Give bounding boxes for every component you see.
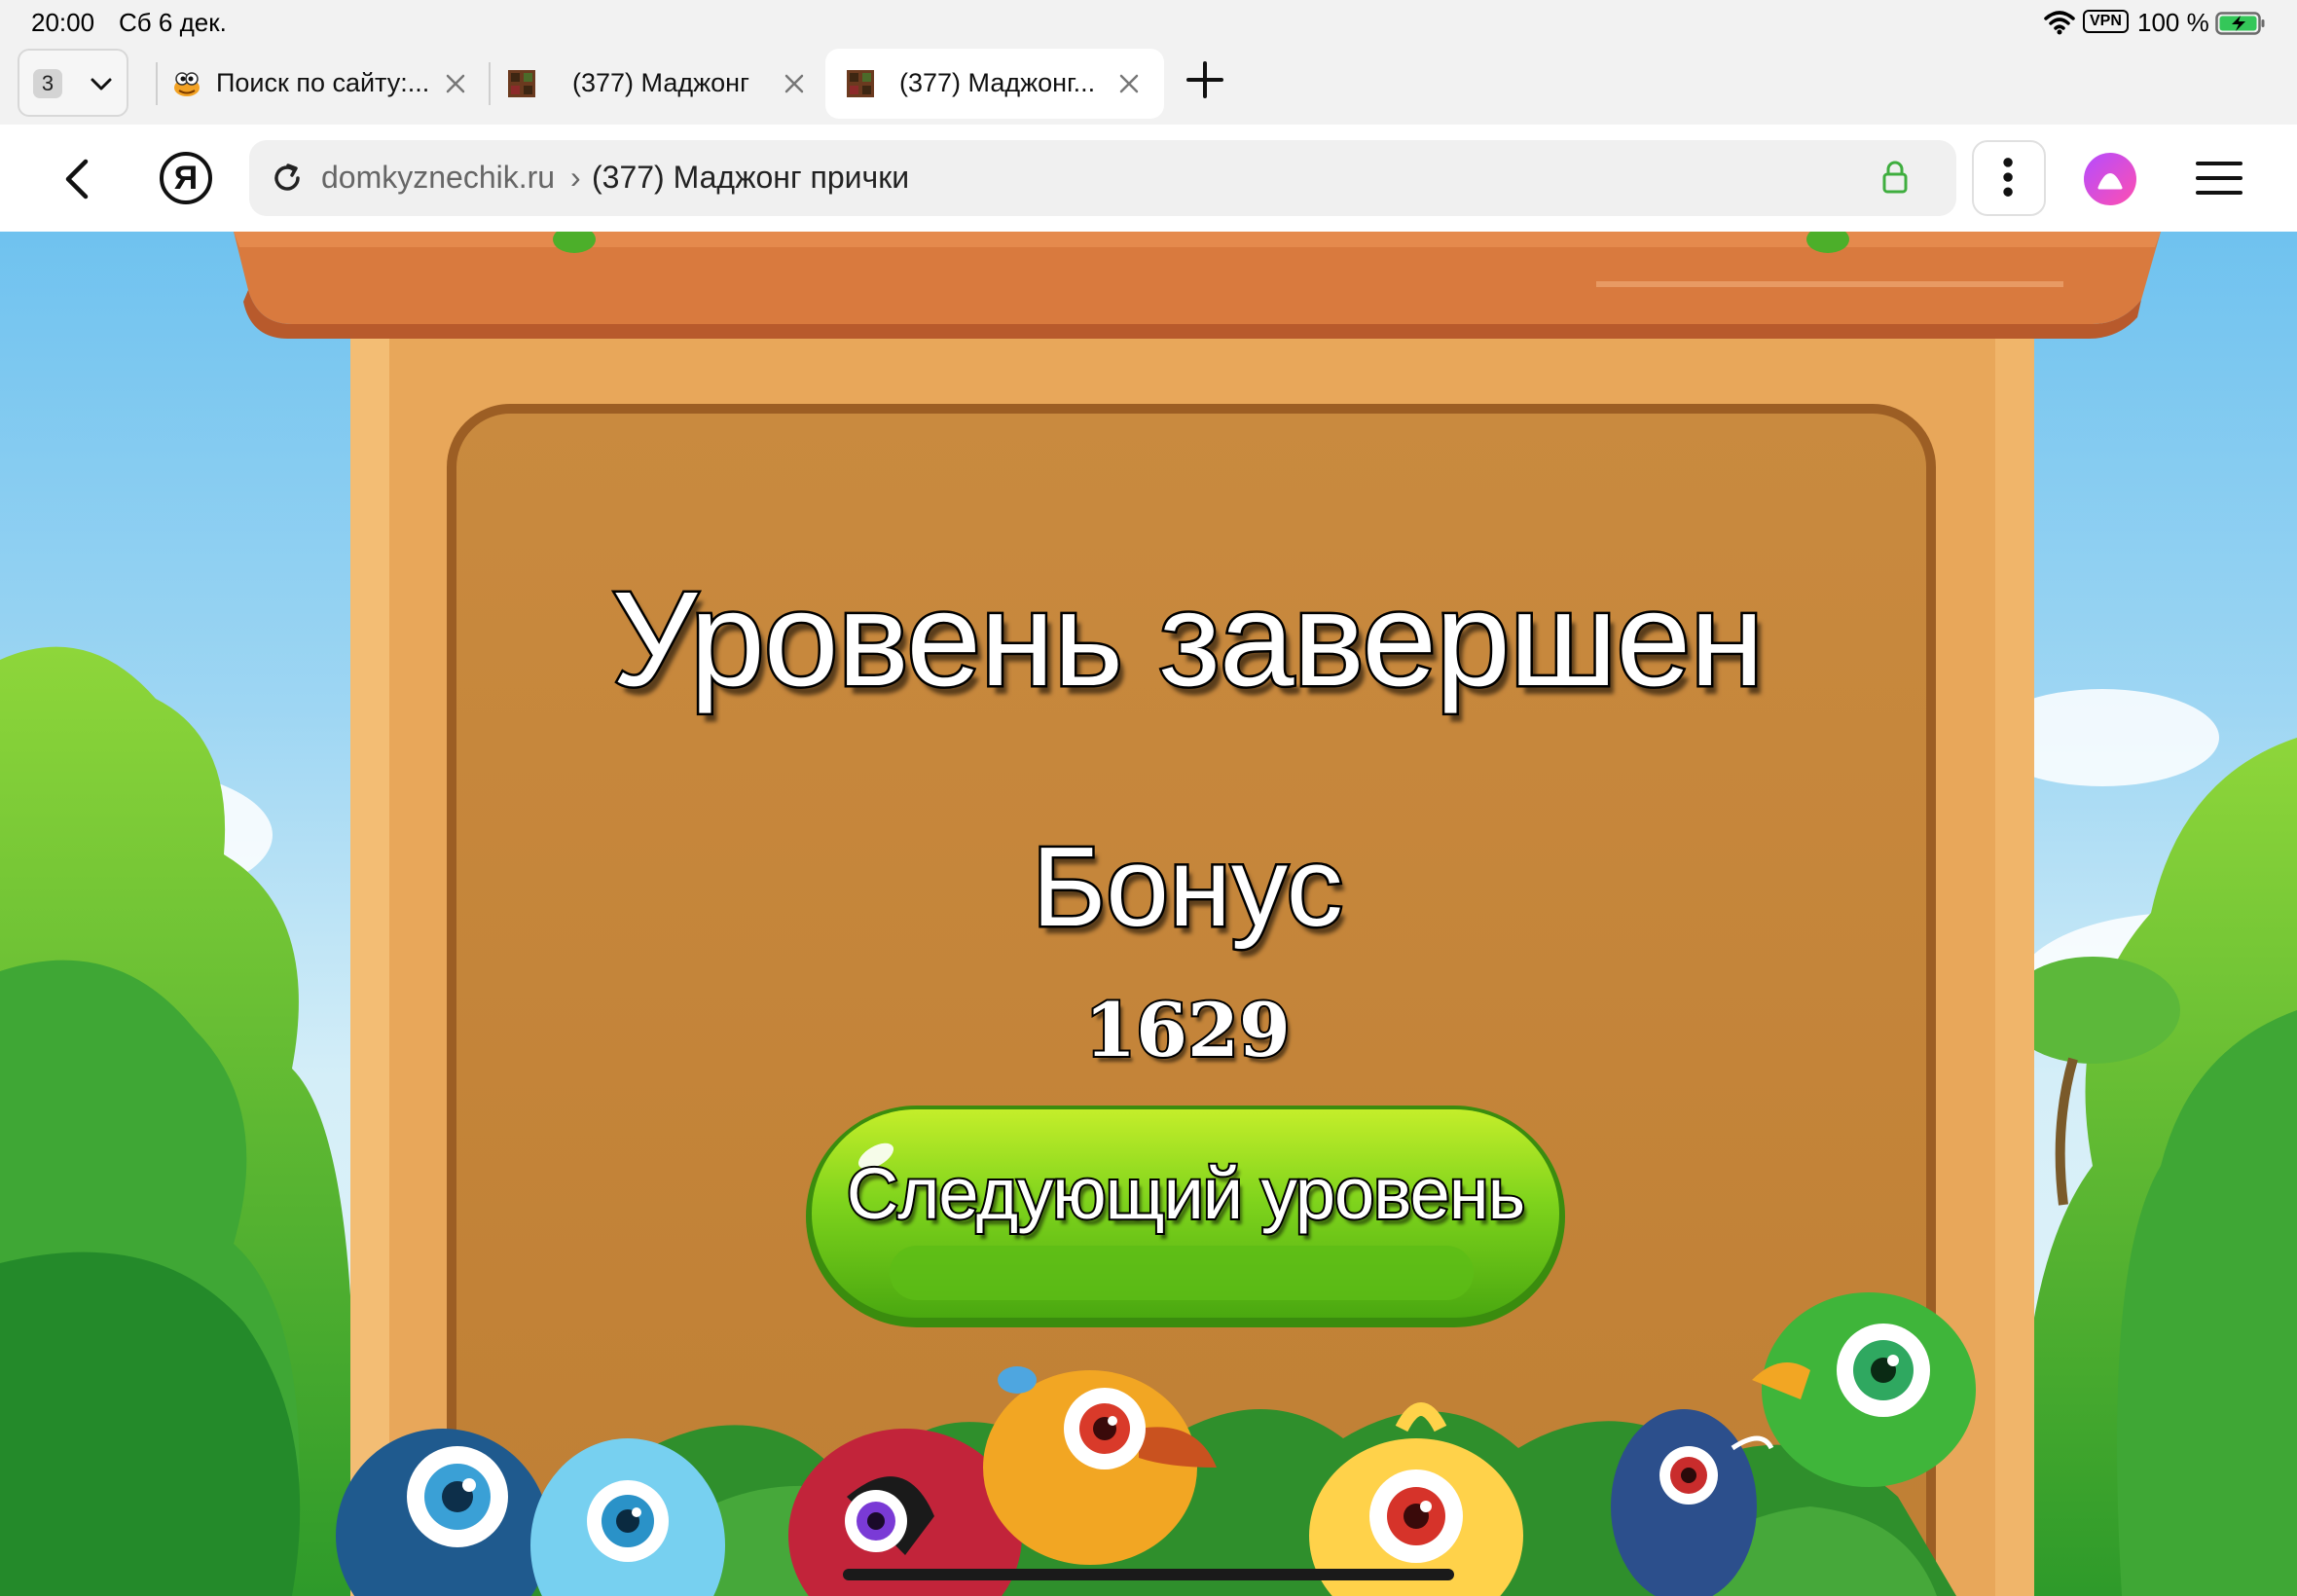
mahjong-tile-icon (847, 70, 874, 97)
next-level-label: Следующий уровень (845, 1151, 1527, 1236)
address-field[interactable]: domkyznechik.ru › (377) Маджонг прички (249, 140, 1956, 216)
new-tab-plus-icon[interactable] (1185, 60, 1224, 99)
status-date: Сб 6 дек. (119, 8, 227, 37)
grasshopper-icon (174, 72, 200, 96)
reload-icon[interactable] (271, 162, 304, 195)
tab-strip: 3 Поиск по сайту:... (377) Маджонг (377)… (0, 45, 2297, 125)
status-time: 20:00 (31, 8, 95, 37)
more-options-button[interactable] (1972, 140, 2046, 216)
tab-mahjong-active[interactable]: (377) Маджонг... (825, 49, 1164, 119)
tab-count-badge: 3 (33, 69, 62, 98)
url-page-title: (377) Маджонг прички (592, 160, 910, 195)
level-complete-title: Уровень завершен (609, 562, 1767, 717)
more-vertical-icon (2003, 158, 2013, 197)
url-domain: domkyznechik.ru (321, 160, 556, 195)
tab-divider (489, 62, 491, 105)
wifi-icon (2044, 11, 2075, 35)
tab-title: (377) Маджонг... (899, 68, 1096, 97)
battery-percent: 100 % (2137, 8, 2209, 37)
yandex-logo-button[interactable]: Я (160, 152, 212, 204)
bonus-value: 1629 (1082, 985, 1293, 1075)
next-level-button[interactable]: Следующий уровень (802, 1100, 1569, 1333)
right-bushes (2005, 738, 2297, 1596)
tab-title: Поиск по сайту:... (216, 68, 430, 97)
battery-charging-icon (2215, 12, 2265, 35)
close-icon[interactable] (1117, 72, 1141, 95)
vpn-badge: VPN (2083, 10, 2129, 33)
close-icon[interactable] (444, 72, 467, 95)
bonus-label: Бонус (1030, 821, 1345, 953)
left-bushes (0, 646, 354, 1596)
status-bar: 20:00 Сб 6 дек. VPN 100 % (0, 0, 2297, 45)
tab-title: (377) Маджонг (572, 68, 749, 97)
chevron-down-icon (91, 78, 112, 91)
tab-mahjong-1[interactable]: (377) Маджонг (492, 49, 820, 119)
alice-assistant-icon[interactable] (2083, 152, 2137, 206)
game-canvas: Уровень завершен Бонус 1629 Следующий ур… (0, 232, 2297, 1596)
back-arrow-icon[interactable] (58, 156, 97, 202)
close-icon[interactable] (783, 72, 806, 95)
home-indicator[interactable] (843, 1569, 1454, 1580)
tab-switcher-button[interactable]: 3 (18, 49, 128, 117)
mahjong-tile-icon (508, 70, 535, 97)
lock-icon[interactable] (1880, 160, 1910, 195)
tab-site-search[interactable]: Поиск по сайту:... (158, 49, 479, 119)
url-separator: › (570, 160, 581, 195)
hamburger-menu-icon[interactable] (2196, 160, 2242, 197)
navigation-bar: Я domkyznechik.ru › (377) Маджонг прички (0, 125, 2297, 232)
